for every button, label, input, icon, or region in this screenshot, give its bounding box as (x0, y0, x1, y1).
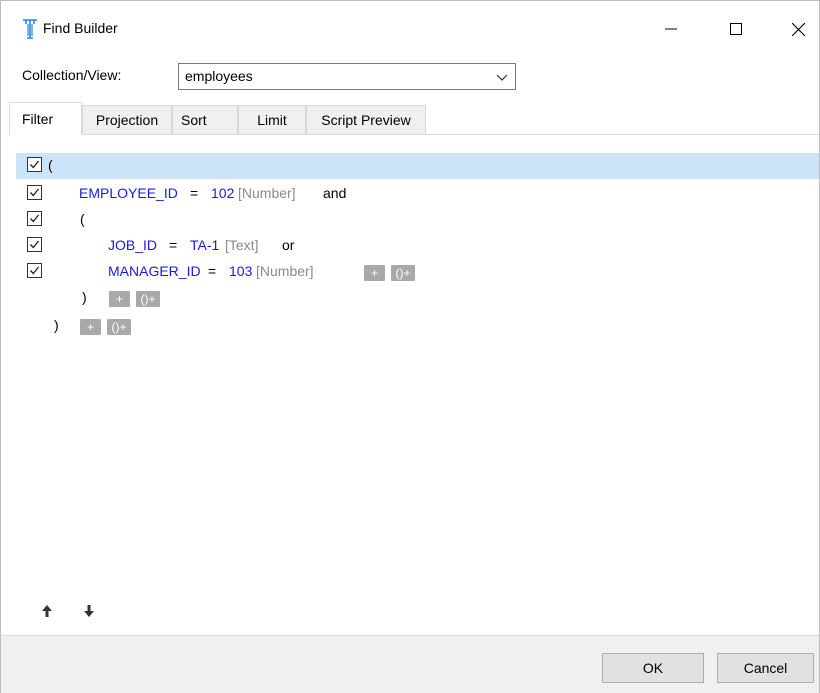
logical-join[interactable]: and (323, 185, 346, 201)
root-close-paren: ) (54, 317, 59, 333)
group-close-paren: ) (82, 289, 87, 305)
filter-row-group[interactable]: ( (16, 207, 817, 233)
collection-label: Collection/View: (22, 67, 122, 83)
value-type[interactable]: [Text] (225, 237, 258, 253)
arrow-up-icon[interactable] (40, 603, 54, 619)
add-group-button[interactable]: ()+ (391, 265, 415, 281)
tab-script-preview[interactable]: Script Preview (306, 105, 426, 134)
tab-limit[interactable]: Limit (238, 105, 306, 134)
checkmark-icon (30, 160, 40, 169)
checkmark-icon (30, 266, 40, 275)
app-icon (23, 19, 37, 39)
add-group-button[interactable]: ()+ (136, 291, 160, 307)
collection-dropdown[interactable]: employees (178, 63, 516, 90)
value-type[interactable]: [Number] (256, 263, 314, 279)
minimize-button[interactable] (648, 1, 694, 57)
chevron-down-icon (496, 74, 508, 81)
field-name[interactable]: EMPLOYEE_ID (79, 185, 178, 201)
field-name[interactable]: MANAGER_ID (108, 263, 201, 279)
field-value[interactable]: TA-1 (190, 237, 219, 253)
value-type[interactable]: [Number] (238, 185, 296, 201)
close-icon (791, 22, 805, 36)
field-value[interactable]: 102 (211, 185, 234, 201)
operator[interactable]: = (190, 185, 198, 201)
ok-button[interactable]: OK (602, 653, 704, 683)
cancel-button[interactable]: Cancel (717, 653, 814, 683)
checkmark-icon (30, 240, 40, 249)
filter-row-group-close: ) + ()+ (16, 285, 817, 311)
add-condition-button[interactable]: + (80, 319, 101, 335)
close-button[interactable] (775, 1, 820, 57)
row-checkbox[interactable] (27, 157, 42, 172)
group-open-paren: ( (80, 211, 85, 227)
checkmark-icon (30, 214, 40, 223)
arrow-down-icon[interactable] (82, 603, 96, 619)
window-title: Find Builder (43, 20, 118, 36)
row-checkbox[interactable] (27, 237, 42, 252)
filter-panel: ( EMPLOYEE_ID = 102 [Number] and ( JOB_I… (10, 135, 819, 635)
filter-row-root-close: ) + ()+ (16, 313, 817, 339)
minimize-icon (665, 28, 677, 30)
filter-row-condition[interactable]: JOB_ID = TA-1 [Text] or (16, 233, 817, 259)
checkmark-icon (30, 188, 40, 197)
row-checkbox[interactable] (27, 211, 42, 226)
tab-filter[interactable]: Filter (9, 102, 82, 135)
operator[interactable]: = (208, 263, 216, 279)
find-builder-window: Find Builder Collection/View: employees … (0, 0, 820, 693)
field-name[interactable]: JOB_ID (108, 237, 157, 253)
add-group-button[interactable]: ()+ (107, 319, 131, 335)
tab-projection[interactable]: Projection (82, 105, 172, 134)
maximize-button[interactable] (713, 1, 759, 57)
add-condition-button[interactable]: + (364, 265, 385, 281)
title-bar[interactable]: Find Builder (1, 1, 819, 57)
operator[interactable]: = (169, 237, 177, 253)
filter-row-condition[interactable]: EMPLOYEE_ID = 102 [Number] and (16, 181, 817, 207)
logical-join[interactable]: or (282, 237, 294, 253)
filter-row-condition[interactable]: MANAGER_ID = 103 [Number] + ()+ (16, 259, 817, 285)
row-checkbox[interactable] (27, 185, 42, 200)
tab-sort[interactable]: Sort (172, 105, 238, 134)
root-open-paren: ( (48, 157, 53, 173)
filter-row-root[interactable]: ( (16, 153, 819, 179)
collection-value: employees (185, 68, 253, 84)
add-condition-button[interactable]: + (109, 291, 130, 307)
field-value[interactable]: 103 (229, 263, 252, 279)
row-checkbox[interactable] (27, 263, 42, 278)
maximize-icon (730, 23, 742, 35)
